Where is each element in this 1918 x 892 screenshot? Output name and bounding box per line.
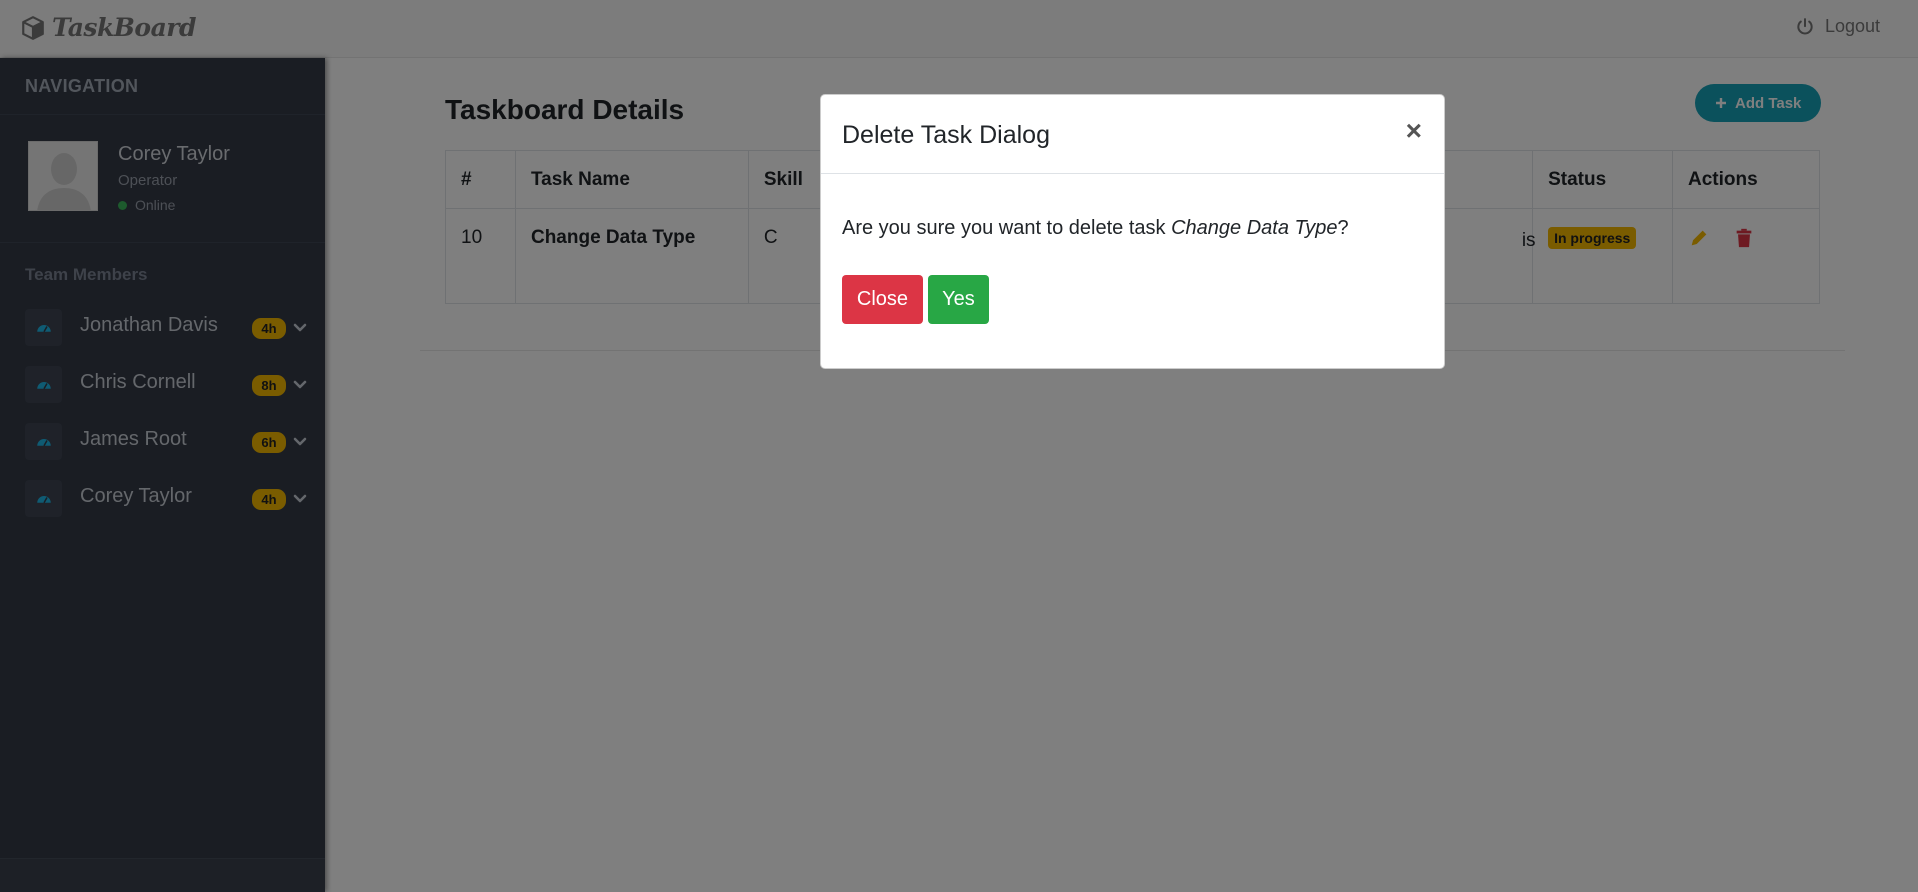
modal-message: Are you sure you want to delete task Cha…	[842, 217, 1349, 240]
modal-header: Delete Task Dialog ×	[821, 95, 1444, 174]
message-task-name: Change Data Type	[1171, 217, 1338, 239]
close-button[interactable]: Close	[842, 275, 923, 324]
message-prefix: Are you sure you want to delete task	[842, 217, 1172, 239]
message-suffix: ?	[1337, 217, 1349, 239]
modal-title: Delete Task Dialog	[842, 121, 1050, 149]
delete-task-dialog: Delete Task Dialog × Are you sure you wa…	[820, 94, 1445, 369]
close-icon[interactable]: ×	[1406, 117, 1422, 145]
yes-button[interactable]: Yes	[928, 275, 989, 324]
